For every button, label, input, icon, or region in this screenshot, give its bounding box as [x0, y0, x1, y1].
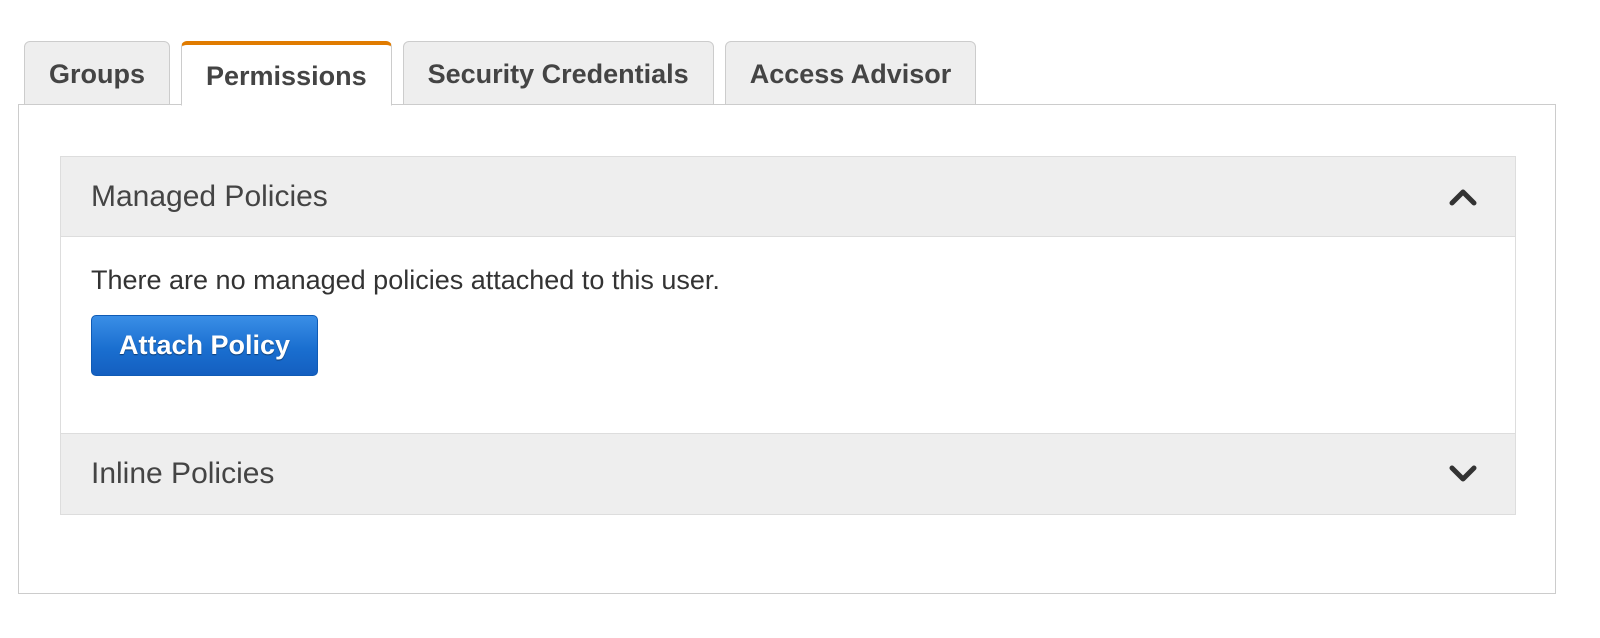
inline-policies-title: Inline Policies [91, 457, 275, 490]
attach-policy-button[interactable]: Attach Policy [91, 315, 319, 376]
policies-accordion: Managed Policies There are no managed po… [60, 156, 1516, 515]
user-detail-view: Groups Permissions Security Credentials … [0, 0, 1600, 638]
tab-security-credentials[interactable]: Security Credentials [402, 41, 714, 105]
managed-policies-header[interactable]: Managed Policies [61, 157, 1515, 237]
managed-policies-body: There are no managed policies attached t… [61, 237, 1515, 434]
permissions-panel: Managed Policies There are no managed po… [18, 104, 1556, 594]
tab-bar: Groups Permissions Security Credentials … [24, 41, 987, 106]
tab-groups[interactable]: Groups [24, 41, 171, 105]
tab-access-advisor[interactable]: Access Advisor [724, 41, 977, 105]
chevron-up-icon[interactable] [1433, 177, 1493, 217]
inline-policies-header[interactable]: Inline Policies [61, 434, 1515, 514]
tab-permissions[interactable]: Permissions [181, 41, 392, 106]
chevron-down-icon[interactable] [1433, 454, 1493, 494]
no-policies-message: There are no managed policies attached t… [91, 265, 720, 295]
managed-policies-title: Managed Policies [91, 179, 328, 213]
